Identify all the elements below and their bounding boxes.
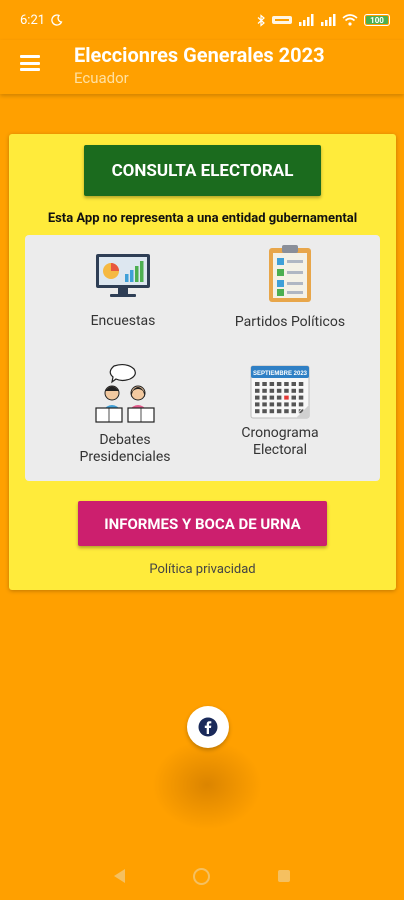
recent-apps-icon[interactable] [278, 870, 290, 882]
calendar-day-cell [276, 382, 282, 386]
facebook-button[interactable] [187, 706, 229, 748]
calendar-day-cell [284, 409, 289, 414]
consulta-electoral-button[interactable]: CONSULTA ELECTORAL [84, 145, 321, 196]
calendar-day-cell [255, 388, 260, 393]
app-bar: Eleccionres Generales 2023 Ecuador [0, 40, 404, 94]
calendar-day-cell [269, 395, 275, 400]
grid-item-encuestas[interactable]: Encuestas [63, 249, 183, 330]
grid-item-cronograma[interactable]: SEPTIEMBRE 2023 Cronograma Electoral [225, 365, 335, 459]
app-title: Eleccionres Generales 2023 [74, 43, 325, 67]
calendar-day-cell [291, 388, 296, 393]
disclaimer-text: Esta App no representa a una entidad gub… [47, 211, 358, 226]
calendar-day-cell [291, 382, 296, 386]
label-cronograma-line2: Electoral [252, 442, 308, 458]
calendar-header: SEPTIEMBRE 2023 [253, 371, 308, 377]
options-grid: Encuestas Partidos Políticos Debates Pre… [25, 235, 380, 481]
bluetooth-icon [257, 13, 265, 27]
label-debates-line2: Presidenciales [79, 449, 171, 465]
grid-item-partidos[interactable]: Partidos Políticos [215, 243, 365, 331]
status-time: 6:21 [20, 12, 46, 28]
battery-icon: 100 [364, 14, 390, 26]
home-icon[interactable] [193, 867, 210, 885]
calendar-day-cell [298, 388, 304, 393]
clipboard-checklist-icon [269, 245, 311, 302]
label-encuestas: Encuestas [90, 313, 156, 329]
battery-level: 100 [370, 15, 384, 25]
calendar-day-cell [255, 395, 260, 400]
label-debates-line1: Debates [99, 432, 151, 448]
calendar-day-cell [255, 409, 260, 414]
calendar-day-cell [284, 388, 289, 393]
label-cronograma-line1: Cronograma [241, 425, 319, 441]
label-debates: Debates Presidenciales [65, 432, 185, 466]
calendar-day-cell [269, 402, 275, 407]
label-partidos: Partidos Políticos [234, 314, 346, 330]
calendar-day-cell [284, 402, 289, 407]
calendar-day-cell [298, 395, 304, 400]
calendar-day-cell [262, 402, 267, 407]
back-icon[interactable] [114, 869, 125, 883]
calendar-day-cell [262, 409, 267, 414]
privacy-policy-link[interactable]: Política privacidad [9, 562, 396, 577]
moon-icon [51, 14, 63, 26]
facebook-icon [198, 717, 218, 737]
grid-item-debates[interactable]: Debates Presidenciales [65, 363, 185, 466]
signal-icon-2 [321, 14, 336, 26]
status-bar: 6:21 100 [0, 0, 404, 40]
calendar-day-cell [269, 388, 275, 393]
informes-boca-urna-button[interactable]: INFORMES Y BOCA DE URNA [78, 501, 327, 546]
calendar-day-cell [255, 402, 260, 407]
label-cronograma: Cronograma Electoral [225, 425, 335, 459]
calendar-day-cell [291, 409, 296, 414]
chart-monitor-icon [96, 254, 150, 297]
calendar-day-cell [291, 395, 296, 400]
menu-icon[interactable] [20, 55, 40, 71]
fab-shadow [152, 740, 262, 830]
calendar-day-cell [284, 382, 289, 386]
calendar-day-cell [262, 388, 267, 393]
calendar-day-cell [298, 382, 304, 386]
calendar-day-cell [284, 395, 289, 400]
wifi-icon [342, 14, 358, 26]
calendar-day-cell [276, 395, 282, 400]
main-card: CONSULTA ELECTORAL Esta App no represent… [9, 134, 396, 590]
app-subtitle: Ecuador [74, 69, 129, 87]
calendar-day-cell [262, 395, 267, 400]
calendar-day-cell [276, 409, 282, 414]
debate-people-icon [95, 363, 155, 423]
calendar-day-cell [276, 402, 282, 407]
calendar-day-cell [276, 388, 282, 393]
calendar-day-cell [291, 402, 296, 407]
calendar-day-cell [298, 402, 304, 407]
calendar-day-cell [269, 409, 275, 414]
calendar-day-cell [255, 382, 260, 386]
signal-icon [299, 14, 314, 26]
calendar-icon: SEPTIEMBRE 2023 [250, 365, 310, 419]
calendar-day-cell [262, 382, 267, 386]
system-nav-bar [0, 852, 404, 900]
vpn-icon [272, 16, 292, 24]
calendar-day-cell [269, 382, 275, 386]
